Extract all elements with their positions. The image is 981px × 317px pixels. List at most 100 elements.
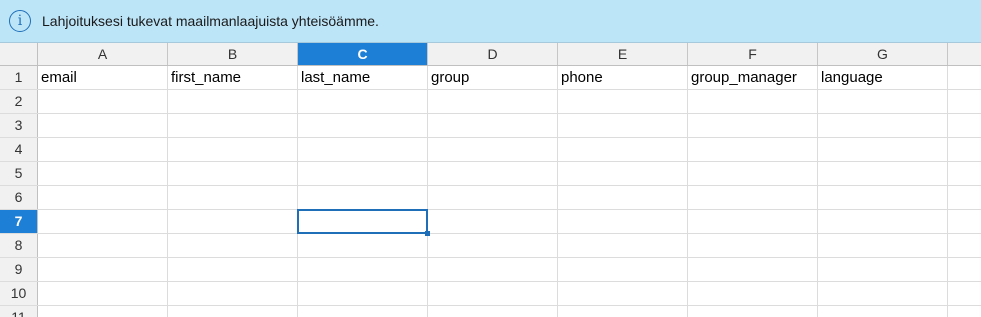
cell-f3[interactable]: [688, 114, 818, 137]
cell-g6[interactable]: [818, 186, 948, 209]
cell-a5[interactable]: [38, 162, 168, 185]
row-header-3[interactable]: 3: [0, 114, 38, 137]
cell-b10[interactable]: [168, 282, 298, 305]
row-header-11[interactable]: 11: [0, 306, 38, 317]
cell-b7[interactable]: [168, 210, 298, 233]
cell-g10[interactable]: [818, 282, 948, 305]
cell-a8[interactable]: [38, 234, 168, 257]
cell-d6[interactable]: [428, 186, 558, 209]
column-header-d[interactable]: D: [428, 43, 558, 65]
sheet-row-8: 8: [0, 234, 981, 258]
cell-g9[interactable]: [818, 258, 948, 281]
cell-e11[interactable]: [558, 306, 688, 317]
cell-b9[interactable]: [168, 258, 298, 281]
cell-g2[interactable]: [818, 90, 948, 113]
cell-f10[interactable]: [688, 282, 818, 305]
row-header-2[interactable]: 2: [0, 90, 38, 113]
cell-f2[interactable]: [688, 90, 818, 113]
cell-d1[interactable]: group: [428, 66, 558, 89]
cell-c4[interactable]: [298, 138, 428, 161]
cell-b5[interactable]: [168, 162, 298, 185]
column-header-f[interactable]: F: [688, 43, 818, 65]
cell-e2[interactable]: [558, 90, 688, 113]
cell-b3[interactable]: [168, 114, 298, 137]
cell-c9[interactable]: [298, 258, 428, 281]
cell-b8[interactable]: [168, 234, 298, 257]
cell-e8[interactable]: [558, 234, 688, 257]
row-header-1[interactable]: 1: [0, 66, 38, 89]
spreadsheet-grid[interactable]: ABCDEFG 1 email first_name last_name group ph…: [0, 43, 981, 317]
cell-e5[interactable]: [558, 162, 688, 185]
cell-c5[interactable]: [298, 162, 428, 185]
column-header-b[interactable]: B: [168, 43, 298, 65]
cell-c7[interactable]: [298, 210, 428, 233]
cell-c10[interactable]: [298, 282, 428, 305]
row-header-4[interactable]: 4: [0, 138, 38, 161]
cell-a1[interactable]: email: [38, 66, 168, 89]
cell-f8[interactable]: [688, 234, 818, 257]
cell-g1[interactable]: language: [818, 66, 948, 89]
cell-b11[interactable]: [168, 306, 298, 317]
cell-b6[interactable]: [168, 186, 298, 209]
cell-a11[interactable]: [38, 306, 168, 317]
cell-c2[interactable]: [298, 90, 428, 113]
row-header-6[interactable]: 6: [0, 186, 38, 209]
cell-c11[interactable]: [298, 306, 428, 317]
cell-e10[interactable]: [558, 282, 688, 305]
cell-a2[interactable]: [38, 90, 168, 113]
cell-d3[interactable]: [428, 114, 558, 137]
column-header-g[interactable]: G: [818, 43, 948, 65]
column-header-c[interactable]: C: [298, 43, 428, 65]
cell-g5[interactable]: [818, 162, 948, 185]
cell-d7[interactable]: [428, 210, 558, 233]
cell-c6[interactable]: [298, 186, 428, 209]
cell-g4[interactable]: [818, 138, 948, 161]
cell-f5[interactable]: [688, 162, 818, 185]
cell-g3[interactable]: [818, 114, 948, 137]
cell-c3[interactable]: [298, 114, 428, 137]
cell-e7[interactable]: [558, 210, 688, 233]
info-bar: i Lahjoituksesi tukevat maailmanlaajuist…: [0, 0, 981, 43]
cell-d9[interactable]: [428, 258, 558, 281]
cell-a9[interactable]: [38, 258, 168, 281]
cell-e9[interactable]: [558, 258, 688, 281]
cell-e3[interactable]: [558, 114, 688, 137]
cell-a10[interactable]: [38, 282, 168, 305]
cell-g11[interactable]: [818, 306, 948, 317]
row-header-10[interactable]: 10: [0, 282, 38, 305]
cell-f6[interactable]: [688, 186, 818, 209]
row-header-7[interactable]: 7: [0, 210, 38, 233]
cell-d5[interactable]: [428, 162, 558, 185]
cell-g7[interactable]: [818, 210, 948, 233]
select-all-corner[interactable]: [0, 43, 38, 65]
column-header-e[interactable]: E: [558, 43, 688, 65]
cell-b2[interactable]: [168, 90, 298, 113]
cell-e4[interactable]: [558, 138, 688, 161]
cell-f4[interactable]: [688, 138, 818, 161]
cell-f9[interactable]: [688, 258, 818, 281]
cell-d11[interactable]: [428, 306, 558, 317]
row-header-8[interactable]: 8: [0, 234, 38, 257]
cell-d4[interactable]: [428, 138, 558, 161]
fill-handle[interactable]: [425, 231, 430, 236]
cell-f11[interactable]: [688, 306, 818, 317]
row-header-5[interactable]: 5: [0, 162, 38, 185]
cell-e6[interactable]: [558, 186, 688, 209]
cell-a7[interactable]: [38, 210, 168, 233]
cell-f1[interactable]: group_manager: [688, 66, 818, 89]
cell-c8[interactable]: [298, 234, 428, 257]
cell-f7[interactable]: [688, 210, 818, 233]
cell-a3[interactable]: [38, 114, 168, 137]
cell-a4[interactable]: [38, 138, 168, 161]
cell-d8[interactable]: [428, 234, 558, 257]
cell-a6[interactable]: [38, 186, 168, 209]
cell-d10[interactable]: [428, 282, 558, 305]
column-header-a[interactable]: A: [38, 43, 168, 65]
cell-b1[interactable]: first_name: [168, 66, 298, 89]
cell-e1[interactable]: phone: [558, 66, 688, 89]
cell-b4[interactable]: [168, 138, 298, 161]
cell-d2[interactable]: [428, 90, 558, 113]
cell-g8[interactable]: [818, 234, 948, 257]
row-header-9[interactable]: 9: [0, 258, 38, 281]
cell-c1[interactable]: last_name: [298, 66, 428, 89]
